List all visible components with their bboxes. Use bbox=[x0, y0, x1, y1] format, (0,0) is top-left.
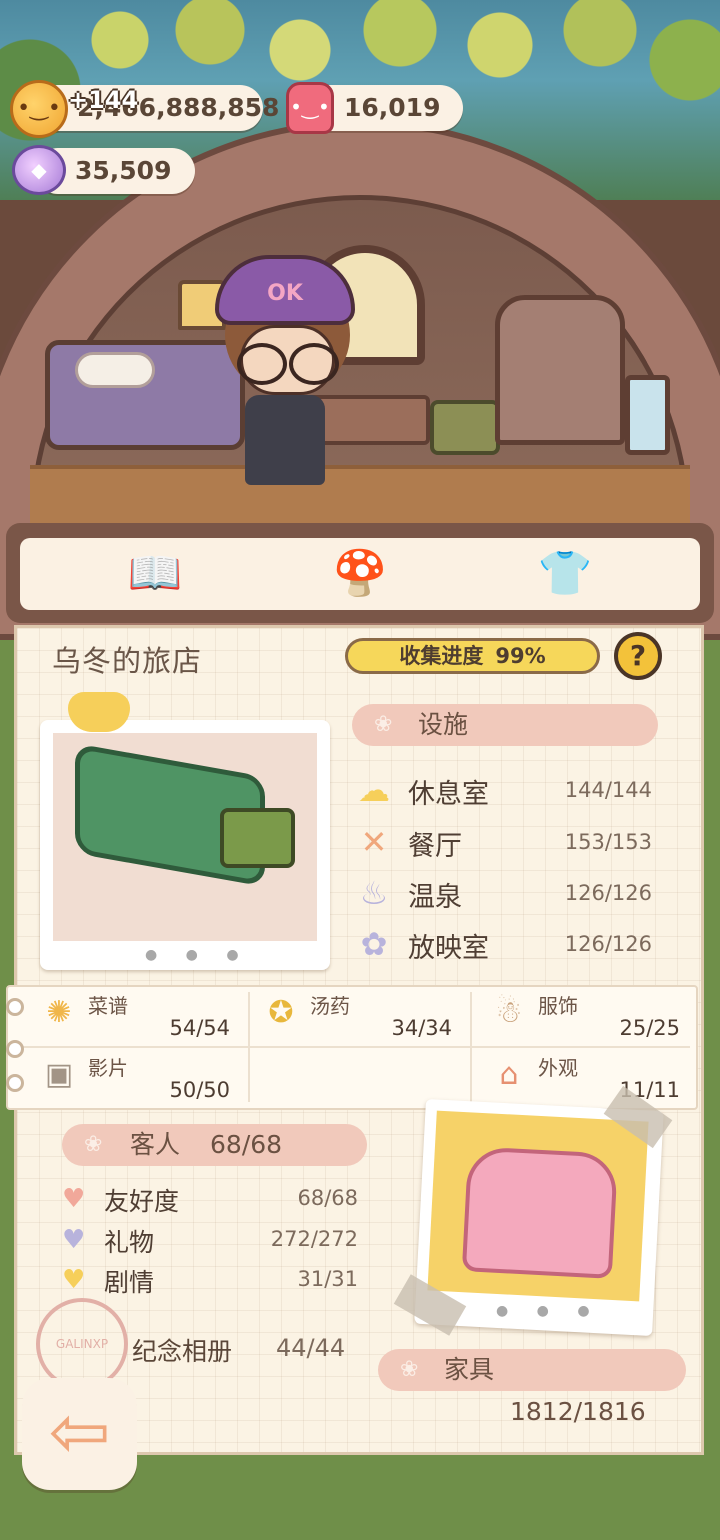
help-button[interactable]: ? bbox=[614, 632, 662, 680]
wardrobe bbox=[495, 295, 625, 445]
hotel-icon: 🍄 bbox=[332, 548, 388, 599]
collection-progress: 收集进度 99% bbox=[345, 638, 600, 674]
coin-bonus: +144 bbox=[68, 86, 139, 114]
jelly-icon: •‿• bbox=[286, 82, 334, 134]
fork-knife-icon: ✕ bbox=[360, 823, 388, 861]
mirror bbox=[625, 375, 670, 455]
category-recipes[interactable]: ✺ 菜谱 54/54 bbox=[10, 986, 240, 1048]
character-body bbox=[245, 395, 325, 485]
guests-heading[interactable]: ❀ 客人 68/68 bbox=[62, 1124, 367, 1166]
facility-row-hotspring[interactable]: ♨ 温泉 126/126 bbox=[352, 871, 662, 915]
carousel-dots[interactable]: ● ● ● bbox=[145, 947, 251, 963]
facility-row-restaurant[interactable]: ✕ 餐厅 153/153 bbox=[352, 820, 662, 864]
treasure-chest bbox=[430, 400, 500, 455]
progress-label: 收集进度 bbox=[399, 644, 484, 668]
cake-icon: ✺ bbox=[46, 995, 72, 1030]
guests-count: 68/68 bbox=[210, 1130, 283, 1159]
back-arrow-icon: ⇦ bbox=[48, 1389, 111, 1475]
category-outfits[interactable]: ☃ 服饰 25/25 bbox=[460, 986, 690, 1048]
page-title: 乌冬的旅店 bbox=[52, 644, 203, 678]
guest-row-gifts[interactable]: ♥ 礼物 272/272 bbox=[62, 1221, 362, 1259]
gem-icon: ◆ bbox=[12, 145, 66, 195]
tab-book[interactable]: 📖 bbox=[115, 544, 195, 604]
category-exterior[interactable]: ⌂ 外观 11/11 bbox=[460, 1048, 690, 1110]
shirt-icon: 👕 bbox=[537, 548, 593, 599]
gem-amount: 35,509 bbox=[75, 156, 172, 185]
heart-clip-icon bbox=[68, 692, 130, 732]
progress-value: 99% bbox=[495, 644, 546, 668]
album-count: 44/44 bbox=[276, 1334, 346, 1362]
furniture-count: 1812/1816 bbox=[510, 1397, 646, 1426]
heart-icon: ♥ bbox=[62, 1225, 86, 1255]
tab-outfit[interactable]: 👕 bbox=[525, 544, 605, 604]
film-reel-icon: ✿ bbox=[360, 925, 388, 963]
category-films[interactable]: ▣ 影片 50/50 bbox=[10, 1048, 240, 1110]
hot-spring-icon: ♨ bbox=[359, 874, 389, 912]
open-book-icon: 📖 bbox=[127, 548, 183, 599]
mushroom-house-icon: ⌂ bbox=[499, 1057, 519, 1092]
radio-illustration bbox=[220, 808, 295, 868]
pink-bed-illustration bbox=[461, 1146, 619, 1279]
furniture-heading[interactable]: ❀ 家具1812/1816 bbox=[378, 1349, 686, 1426]
pillow bbox=[75, 352, 155, 388]
carousel-dots[interactable]: ● ● ● bbox=[496, 1303, 602, 1319]
coin-icon: •‿• bbox=[10, 80, 68, 138]
facility-row-lounge[interactable]: ☁ 休息室 144/144 bbox=[352, 768, 662, 812]
back-button[interactable]: ⇦ bbox=[22, 1378, 137, 1490]
album-label[interactable]: 纪念相册 bbox=[132, 1332, 232, 1368]
bear-outfit-icon: ☃ bbox=[495, 995, 523, 1030]
heart-icon: ♥ bbox=[62, 1265, 86, 1295]
postmark-stamp-icon: GALINXP bbox=[36, 1298, 128, 1390]
facility-row-theater[interactable]: ✿ 放映室 126/126 bbox=[352, 922, 662, 966]
paw-icon: ❀ bbox=[84, 1132, 103, 1157]
room-floor bbox=[30, 465, 690, 525]
film-clapper-icon: ▣ bbox=[44, 1057, 74, 1092]
jelly-amount: 16,019 bbox=[344, 93, 441, 122]
tab-hotel[interactable]: 🍄 bbox=[320, 544, 400, 604]
paw-icon: ❀ bbox=[374, 712, 393, 737]
character-glasses bbox=[233, 343, 343, 385]
cloud-icon: ☁ bbox=[358, 771, 390, 809]
category-potions[interactable]: ✪ 汤药 34/34 bbox=[232, 986, 462, 1048]
guest-row-story[interactable]: ♥ 剧情 31/31 bbox=[62, 1261, 362, 1299]
paw-icon: ❀ bbox=[400, 1357, 419, 1382]
facilities-heading: ❀ 设施 bbox=[352, 704, 658, 746]
character-hat: OK bbox=[215, 255, 355, 325]
heart-icon: ♥ bbox=[62, 1184, 86, 1214]
potion-jar-icon: ✪ bbox=[268, 995, 294, 1030]
guest-row-friendship[interactable]: ♥ 友好度 68/68 bbox=[62, 1180, 362, 1218]
